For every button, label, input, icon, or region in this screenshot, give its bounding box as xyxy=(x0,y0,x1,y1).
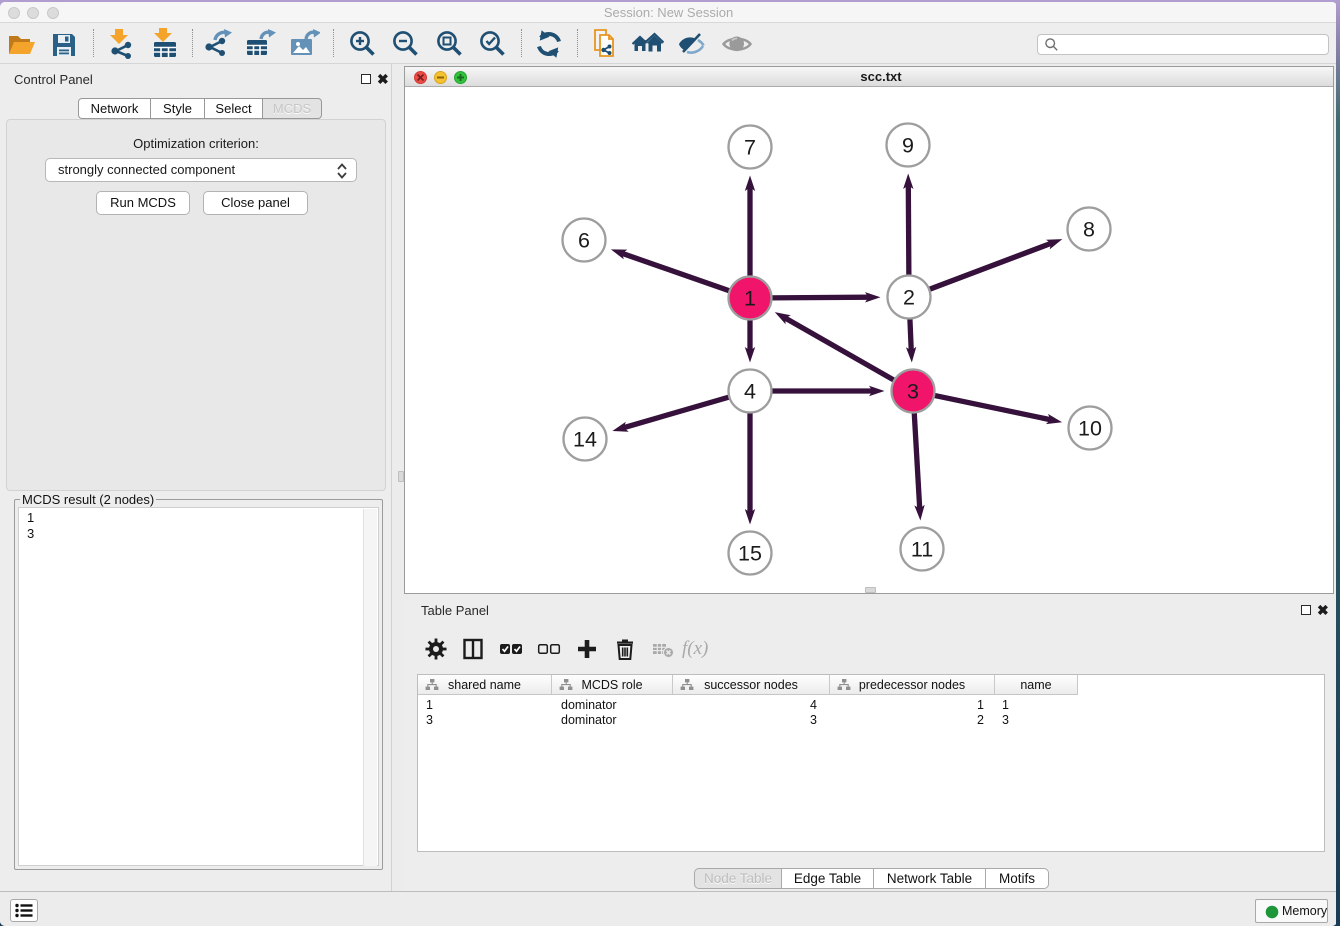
svg-text:1: 1 xyxy=(744,287,756,311)
svg-text:14: 14 xyxy=(573,428,597,452)
svg-text:2: 2 xyxy=(903,286,915,310)
svg-text:10: 10 xyxy=(1078,417,1102,441)
svg-text:3: 3 xyxy=(907,380,919,404)
svg-text:4: 4 xyxy=(744,380,756,404)
svg-text:15: 15 xyxy=(738,542,762,566)
svg-text:6: 6 xyxy=(578,229,590,253)
svg-text:8: 8 xyxy=(1083,218,1095,242)
svg-text:9: 9 xyxy=(902,134,914,158)
svg-text:11: 11 xyxy=(911,538,933,562)
svg-text:7: 7 xyxy=(744,136,756,160)
